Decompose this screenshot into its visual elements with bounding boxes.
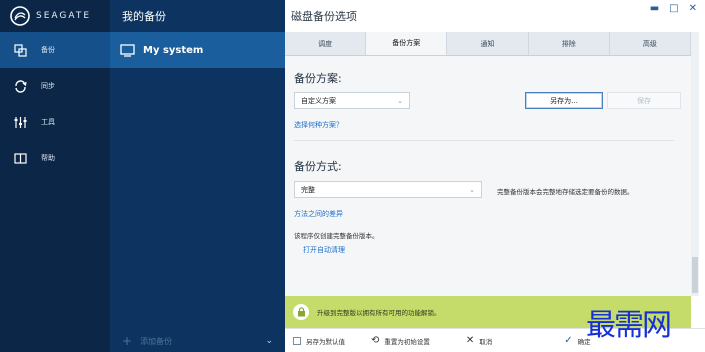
tab-exclusions[interactable]: 排除 (529, 32, 610, 55)
method-difference-link[interactable]: 方法之间的差异 (294, 209, 343, 219)
scheme-select-value: 自定义方案 (301, 96, 336, 105)
chevron-down-icon[interactable]: ⌄ (265, 336, 273, 346)
sync-icon (15, 79, 27, 93)
method-hint: 完整备份版本会完整地存储选定要备份的数据。 (497, 188, 634, 196)
method-select[interactable]: 完整 ⌄ (294, 181, 482, 198)
scrollbar-thumb[interactable] (692, 257, 698, 293)
scheme-select[interactable]: 自定义方案 ⌄ (294, 92, 410, 109)
dialog-title: 磁盘备份选项 (291, 10, 357, 23)
method-select-value: 完整 (301, 185, 315, 194)
cancel-label: 取消 (479, 337, 493, 346)
backup-list-panel: 我的备份 My system + 添加备份 ⌄ (110, 0, 285, 352)
reset-label: 重置为初始设置 (384, 337, 430, 346)
reset-icon: ⟲ (371, 335, 380, 346)
nav-label-help: 帮助 (41, 154, 55, 162)
choose-scheme-link[interactable]: 选择何种方案？ (294, 120, 343, 130)
plus-icon: + (122, 334, 133, 348)
maximize-icon[interactable]: □ (669, 3, 678, 14)
nav-label-backup: 备份 (41, 46, 55, 54)
panel-scrollbar[interactable] (691, 32, 699, 296)
book-icon (14, 152, 27, 164)
minimize-icon[interactable]: ▬ (650, 3, 659, 14)
save-as-button[interactable]: 另存为... (525, 92, 603, 109)
upgrade-banner-text: 升级到完整版以拥有所有可用的功能解锁。 (317, 309, 441, 317)
auto-cleanup-link[interactable]: 打开自动清理 (303, 245, 345, 255)
scheme-title: 备份方案: (294, 72, 342, 85)
nav-item-sync[interactable]: 同步 (0, 68, 110, 104)
close-icon[interactable]: ✕ (689, 3, 697, 14)
left-nav: SEAGATE 备份 同步 工具 帮助 (0, 0, 110, 352)
backup-item-label: My system (143, 44, 204, 56)
method-title: 备份方式: (294, 160, 342, 173)
save-button[interactable]: 保存 (607, 92, 681, 109)
seagate-logo-icon (10, 6, 30, 26)
full-backup-info: 该程序仅创建完整备份版本。 (294, 232, 379, 240)
copy-icon (14, 43, 27, 57)
brand-name: SEAGATE (36, 11, 92, 21)
cancel-icon: ✕ (465, 335, 475, 346)
chevron-down-icon: ⌄ (469, 185, 475, 194)
brand: SEAGATE (0, 0, 110, 32)
tab-notifications[interactable]: 通知 (447, 32, 529, 55)
nav-label-sync: 同步 (41, 82, 55, 90)
save-default-checkbox[interactable]: 另存为默认值 (293, 336, 345, 346)
tab-backup-scheme[interactable]: 备份方案 (366, 32, 448, 55)
tab-schedule[interactable]: 调度 (285, 32, 367, 55)
check-icon: ✓ (564, 335, 573, 346)
nav-item-tools[interactable]: 工具 (0, 104, 110, 140)
backup-item-my-system[interactable]: My system (110, 32, 285, 68)
checkbox-box (293, 336, 301, 345)
cancel-button[interactable]: ✕ 取消 (466, 335, 492, 346)
lock-icon (293, 304, 309, 320)
section-divider (294, 140, 674, 141)
tab-advanced[interactable]: 高级 (610, 32, 692, 55)
add-backup-button[interactable]: + 添加备份 ⌄ (110, 330, 285, 352)
backup-list-title: 我的备份 (122, 10, 166, 23)
reset-button[interactable]: ⟲ 重置为初始设置 (371, 335, 430, 346)
options-tabs: 调度 备份方案 通知 排除 高级 (285, 32, 692, 56)
watermark-text: 最需网 (586, 308, 672, 343)
tools-icon (14, 116, 27, 128)
add-backup-label: 添加备份 (140, 336, 173, 346)
nav-item-backup[interactable]: 备份 (0, 32, 110, 68)
nav-item-help[interactable]: 帮助 (0, 140, 110, 176)
window-controls: ▬ □ ✕ (650, 3, 697, 14)
chevron-down-icon: ⌄ (397, 96, 403, 105)
scheme-panel: 备份方案: 自定义方案 ⌄ 另存为... 保存 选择何种方案？ 备份方式: 完整… (285, 56, 691, 296)
dialog-titlebar: 磁盘备份选项 (285, 0, 705, 32)
save-default-label: 另存为默认值 (306, 337, 345, 346)
nav-label-tools: 工具 (41, 118, 55, 126)
monitor-icon (120, 43, 135, 57)
